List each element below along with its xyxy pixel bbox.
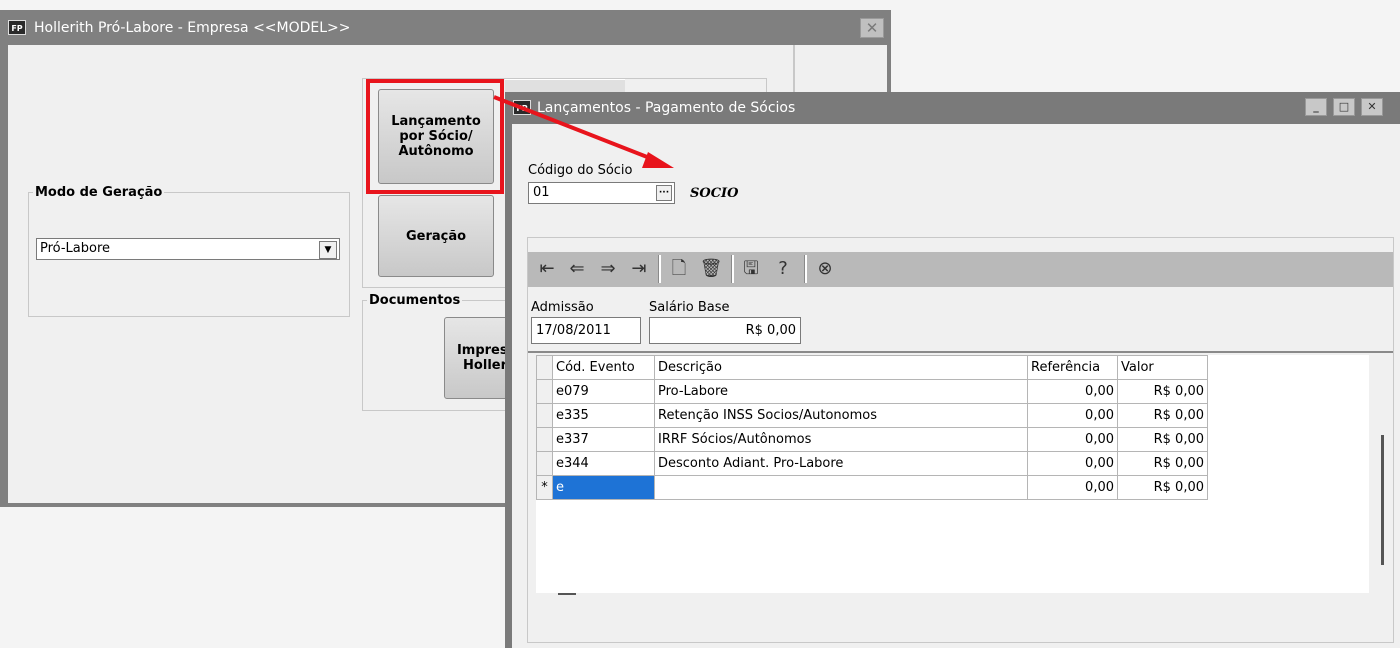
annotation-arrow — [493, 95, 674, 168]
